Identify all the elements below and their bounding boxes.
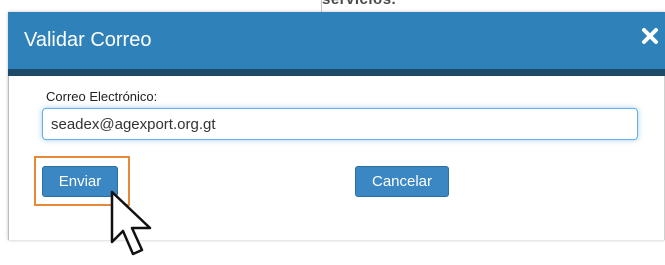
email-input[interactable] xyxy=(42,108,638,140)
email-label: Correo Electrónico: xyxy=(46,89,158,104)
screenshot-stage: servicios. Validar Correo Correo Electró… xyxy=(0,0,665,265)
dialog-title: Validar Correo xyxy=(24,29,152,51)
close-icon[interactable] xyxy=(641,27,659,45)
mouse-pointer-icon xyxy=(110,190,152,256)
backdrop-partial-text: servicios. xyxy=(322,0,396,8)
dialog-left-border xyxy=(8,76,9,240)
dialog-header: Validar Correo xyxy=(8,12,665,69)
cancel-button[interactable]: Cancelar xyxy=(355,166,449,197)
header-strip xyxy=(8,69,665,76)
